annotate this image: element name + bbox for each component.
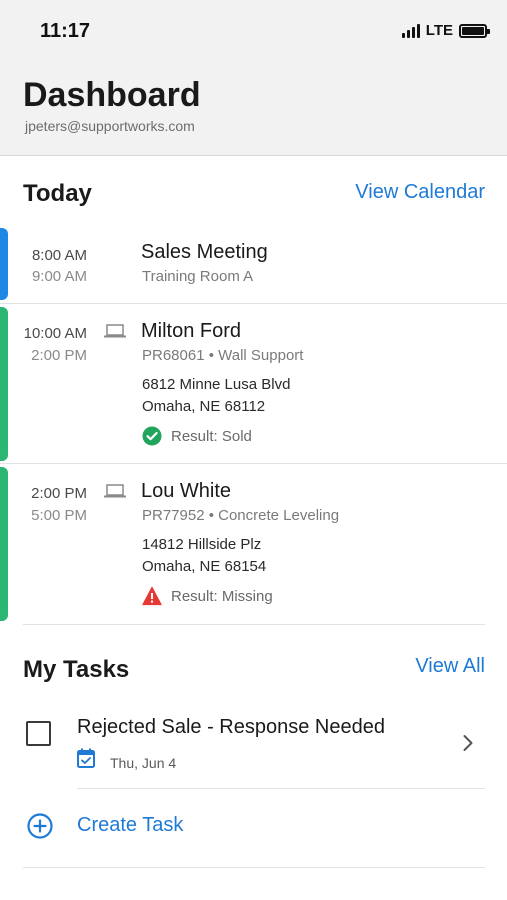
- today-title: Today: [23, 180, 92, 207]
- status-indicators: LTE: [401, 22, 490, 39]
- tasks-title: My Tasks: [23, 656, 130, 683]
- appointment-start-time: 2:00 PM: [31, 485, 87, 502]
- appointment-start-time: 10:00 AM: [23, 325, 87, 342]
- signal-icon: [401, 23, 420, 38]
- laptop-icon: [104, 324, 126, 338]
- page-header: Dashboard jpeters@supportworks.com: [0, 60, 507, 156]
- appointment-address-line1: 6812 Minne Lusa Blvd: [142, 376, 291, 393]
- appointment-item[interactable]: 2:00 PM 5:00 PM Lou White PR77952 • Conc…: [0, 467, 507, 622]
- appointment-project: PR77952 • Concrete Leveling: [142, 507, 340, 524]
- appointment-name: Sales Meeting: [141, 241, 268, 263]
- divider: [0, 463, 507, 464]
- appointment-address-line2: Omaha, NE 68112: [142, 398, 266, 415]
- appointment-customer-name: Milton Ford: [141, 320, 242, 342]
- divider: [0, 303, 507, 304]
- check-circle-icon: [142, 426, 162, 446]
- task-checkbox[interactable]: [26, 721, 51, 746]
- create-task-label[interactable]: Create Task: [77, 814, 183, 837]
- task-due-date: Thu, Jun 4: [110, 755, 177, 771]
- status-bar: 11:17 LTE: [0, 0, 507, 60]
- divider: [77, 788, 485, 789]
- warning-icon: [142, 586, 162, 606]
- task-title: Rejected Sale - Response Needed: [77, 716, 385, 738]
- appointment-end-time: 9:00 AM: [31, 268, 87, 285]
- network-label: LTE: [425, 22, 453, 39]
- appointment-color-bar: [0, 467, 8, 621]
- view-calendar-link[interactable]: View Calendar: [355, 181, 485, 204]
- appointment-end-time: 2:00 PM: [31, 347, 87, 364]
- view-all-tasks-link[interactable]: View All: [415, 655, 485, 678]
- appointment-item[interactable]: 8:00 AM 9:00 AM Sales Meeting Training R…: [0, 228, 507, 302]
- appointment-color-bar: [0, 307, 8, 461]
- appointment-item[interactable]: 10:00 AM 2:00 PM Milton Ford PR68061 • W…: [0, 307, 507, 462]
- appointment-result: Result: Missing: [171, 588, 273, 605]
- appointment-location: Training Room A: [142, 268, 254, 285]
- appointment-project: PR68061 • Wall Support: [142, 347, 304, 364]
- status-time: 11:17: [40, 20, 91, 42]
- appointment-address-line2: Omaha, NE 68154: [142, 558, 267, 575]
- appointment-customer-name: Lou White: [141, 480, 232, 502]
- divider: [23, 867, 485, 868]
- appointment-result: Result: Sold: [171, 428, 252, 445]
- chevron-right-icon[interactable]: [462, 734, 474, 752]
- calendar-check-icon: [77, 748, 95, 768]
- divider: [23, 624, 485, 625]
- appointment-end-time: 5:00 PM: [31, 507, 87, 524]
- appointment-address-line1: 14812 Hillside Plz: [142, 536, 262, 553]
- laptop-icon: [104, 484, 126, 498]
- battery-icon: [459, 23, 490, 38]
- plus-circle-icon[interactable]: [27, 813, 53, 839]
- user-email: jpeters@supportworks.com: [25, 118, 195, 134]
- appointment-color-bar: [0, 228, 8, 300]
- appointment-start-time: 8:00 AM: [31, 247, 87, 264]
- page-title: Dashboard: [23, 76, 201, 114]
